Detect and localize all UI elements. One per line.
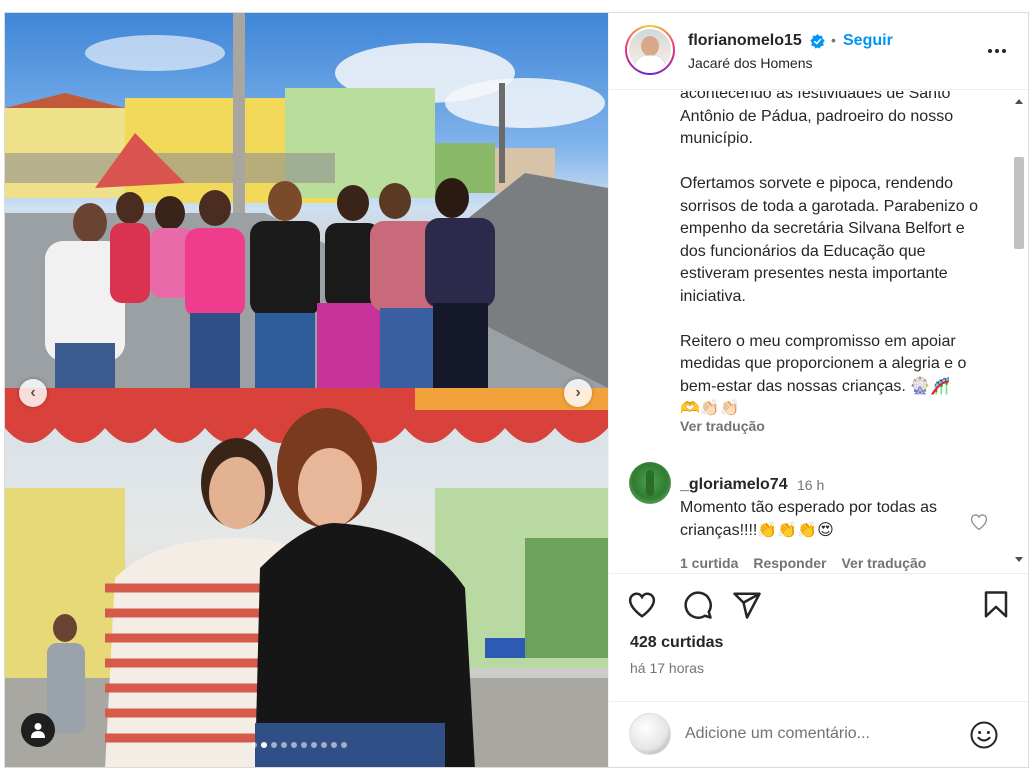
comment-username[interactable]: _gloriamelo74 xyxy=(680,476,788,494)
tagged-users-button[interactable] xyxy=(21,713,55,747)
carousel-dot xyxy=(331,742,337,748)
post-dialog: ‹ › florianomelo15 • Seguir Jacaré dos H… xyxy=(4,12,1029,768)
author-username[interactable]: florianomelo15 xyxy=(688,32,802,50)
post-caption: acontecendo as festividades de Santo Ant… xyxy=(680,91,992,421)
post-side-panel: florianomelo15 • Seguir Jacaré dos Homen… xyxy=(608,13,1028,767)
more-options-icon[interactable] xyxy=(985,41,1009,61)
carousel-next-button[interactable]: › xyxy=(564,379,592,407)
post-actions: 428 curtidas há 17 horas xyxy=(609,573,1028,709)
verified-badge-icon xyxy=(810,34,825,49)
comment-like-heart-icon[interactable] xyxy=(969,512,989,532)
scroll-down-arrow-icon[interactable] xyxy=(1015,557,1023,562)
caption-translate-link[interactable]: Ver tradução xyxy=(680,418,765,434)
carousel-dot xyxy=(321,742,327,748)
carousel-dot xyxy=(301,742,307,748)
comment-icon[interactable] xyxy=(683,590,713,620)
scroll-up-arrow-icon[interactable] xyxy=(1015,99,1023,104)
paper-plane-icon[interactable] xyxy=(732,590,762,620)
comment-meta: 1 curtida Responder Ver tradução xyxy=(680,555,926,571)
street-group-photo xyxy=(5,13,608,388)
comment-translate-link[interactable]: Ver tradução xyxy=(841,555,926,571)
chevron-right-icon: › xyxy=(575,384,581,401)
comment-text: Momento tão esperado por todas as crianç… xyxy=(680,499,938,539)
follow-button[interactable]: Seguir xyxy=(843,32,893,50)
header-separator: • xyxy=(831,32,836,48)
carousel-dot xyxy=(271,742,277,748)
carousel-photo-bottom xyxy=(5,388,608,767)
carousel-photo-top xyxy=(5,13,608,388)
post-media-carousel[interactable]: ‹ › xyxy=(5,13,608,767)
scrollbar-thumb[interactable] xyxy=(1014,157,1024,249)
user-tag-icon xyxy=(31,723,45,738)
comment-input[interactable] xyxy=(685,722,955,746)
commenter-avatar[interactable] xyxy=(629,462,671,504)
carousel-pagination xyxy=(251,742,347,748)
carousel-prev-button[interactable]: ‹ xyxy=(19,379,47,407)
comments-section[interactable]: acontecendo as festividades de Santo Ant… xyxy=(609,91,1028,573)
caption-paragraph: acontecendo as festividades de Santo Ant… xyxy=(680,91,958,147)
post-timestamp[interactable]: há 17 horas xyxy=(630,660,704,676)
comment-time[interactable]: 16 h xyxy=(797,477,824,493)
caption-paragraph: Reitero o meu compromisso em apoiar medi… xyxy=(680,332,967,418)
carousel-dot xyxy=(261,742,267,748)
comments-scrollbar[interactable] xyxy=(1012,91,1026,573)
comment-likes-link[interactable]: 1 curtida xyxy=(680,555,738,571)
author-avatar[interactable] xyxy=(625,25,675,75)
caption-paragraph: Ofertamos sorvete e pipoca, rendendo sor… xyxy=(680,175,983,305)
two-women-photo xyxy=(5,388,608,767)
comment-reply-button[interactable]: Responder xyxy=(753,555,826,571)
carousel-dot xyxy=(341,742,347,748)
add-comment-bar xyxy=(609,701,1028,767)
chevron-left-icon: ‹ xyxy=(30,384,36,401)
post-location[interactable]: Jacaré dos Homens xyxy=(688,55,813,71)
bookmark-icon[interactable] xyxy=(981,590,1011,620)
current-user-avatar xyxy=(629,713,671,755)
carousel-dot xyxy=(281,742,287,748)
people-group xyxy=(45,178,495,388)
carousel-dot xyxy=(311,742,317,748)
heart-icon[interactable] xyxy=(627,590,657,620)
likes-count[interactable]: 428 curtidas xyxy=(630,634,723,652)
carousel-dot xyxy=(291,742,297,748)
post-header: florianomelo15 • Seguir Jacaré dos Homen… xyxy=(609,13,1028,90)
emoji-icon[interactable] xyxy=(969,720,999,750)
carousel-dot xyxy=(251,742,257,748)
